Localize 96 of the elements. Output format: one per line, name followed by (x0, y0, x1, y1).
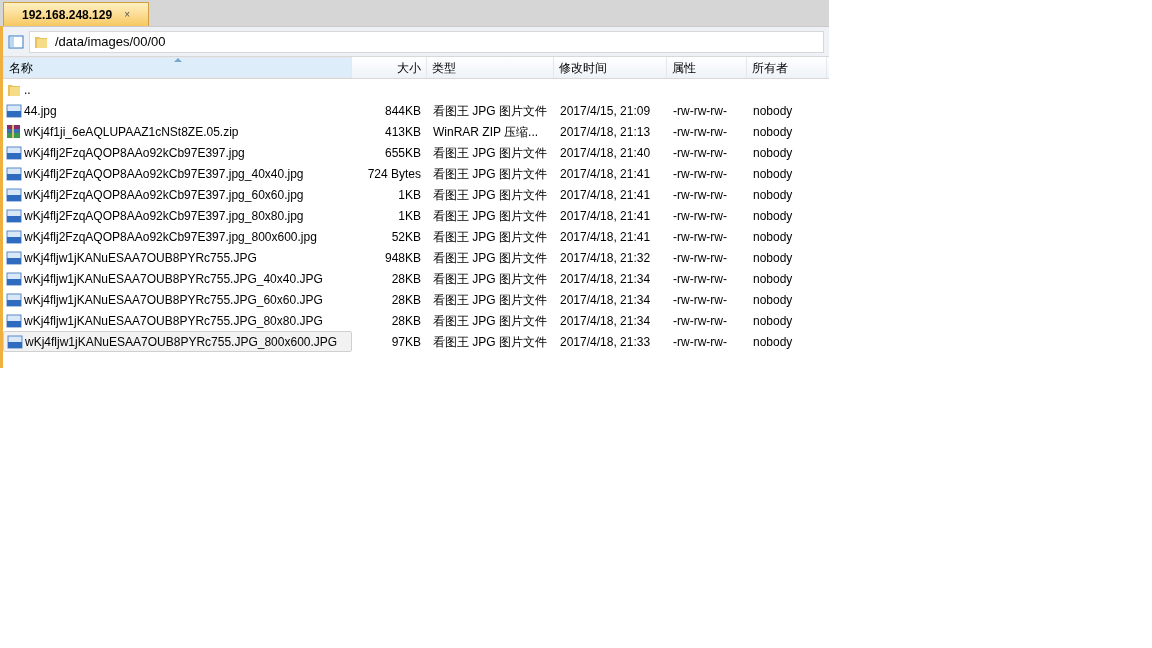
table-cell-text: 52KB (390, 228, 422, 246)
table-cell-text: 看图王 JPG 图片文件 (432, 165, 548, 183)
close-tab-button[interactable]: × (124, 7, 130, 22)
column-header[interactable]: 修改时间 (554, 57, 667, 78)
table-cell-text: nobody (752, 186, 794, 204)
column-header[interactable]: 类型 (427, 57, 554, 78)
file-name-cell[interactable]: wKj4flj2FzqAQOP8AAo92kCb97E397.jpg_800x600.jpg (3, 226, 352, 247)
table-cell-text: nobody (752, 228, 794, 246)
table-cell-text: 看图王 JPG 图片文件 (432, 291, 548, 309)
table-cell-text: 看图王 JPG 图片文件 (432, 249, 548, 267)
image-file-icon (6, 102, 22, 119)
image-file-icon (6, 186, 22, 203)
file-name-cell[interactable]: .. (3, 79, 352, 100)
table-cell-text: 1KB (397, 186, 422, 204)
image-file-icon (6, 228, 22, 245)
column-header[interactable]: 属性 (667, 57, 747, 78)
table-cell-text: -rw-rw-rw- (672, 207, 728, 225)
table-cell-text: nobody (752, 312, 794, 330)
file-name-cell[interactable]: wKj4flj2FzqAQOP8AAo92kCb97E397.jpg_40x40.jpg (3, 163, 352, 184)
table-cell-text: 2017/4/18, 21:32 (559, 249, 652, 267)
table-cell-text: -rw-rw-rw- (672, 291, 728, 309)
table-cell-text: 2017/4/18, 21:13 (559, 123, 652, 141)
panel-layout-icon[interactable] (8, 33, 24, 50)
file-name-cell[interactable]: 44.jpg (3, 100, 352, 121)
table-cell-text: 2017/4/18, 21:34 (559, 291, 652, 309)
image-file-icon (7, 333, 23, 350)
table-cell-text: nobody (752, 207, 794, 225)
table-cell-text: 看图王 JPG 图片文件 (432, 207, 548, 225)
table-cell-text: nobody (752, 333, 794, 351)
table-cell-text: 948KB (383, 249, 422, 267)
table-cell-text: -rw-rw-rw- (672, 228, 728, 246)
file-name-cell[interactable]: wKj4fljw1jKANuESAA7OUB8PYRc755.JPG_800x600.JPG (3, 331, 352, 352)
table-cell-text: 2017/4/18, 21:34 (559, 312, 652, 330)
archive-books-icon (6, 123, 22, 140)
image-file-icon (6, 291, 22, 308)
table-cell-text: nobody (752, 144, 794, 162)
table-cell-text: nobody (752, 102, 794, 120)
table-cell-text: 2017/4/18, 21:34 (559, 270, 652, 288)
table-cell-text: 2017/4/18, 21:41 (559, 207, 652, 225)
table-cell-text: 28KB (390, 291, 422, 309)
table-cell-text: -rw-rw-rw- (672, 102, 728, 120)
table-cell-text: -rw-rw-rw- (672, 312, 728, 330)
table-cell-text: 看图王 JPG 图片文件 (432, 186, 548, 204)
column-header[interactable]: 所有者 (747, 57, 827, 78)
table-cell-text: -rw-rw-rw- (672, 186, 728, 204)
image-file-icon (6, 207, 22, 224)
table-cell-text: 看图王 JPG 图片文件 (432, 312, 548, 330)
table-cell-text: -rw-rw-rw- (672, 249, 728, 267)
path-field[interactable]: /data/images/00/00 (29, 30, 824, 53)
table-cell-text: 看图王 JPG 图片文件 (432, 270, 548, 288)
table-cell-text: 2017/4/15, 21:09 (559, 102, 652, 120)
file-name-cell[interactable]: wKj4f1ji_6eAQLUPAAZ1cNSt8ZE.05.zip (3, 121, 352, 142)
table-cell-text: 724 Bytes (366, 165, 422, 183)
table-cell-text: nobody (752, 123, 794, 141)
table-cell-text: 看图王 JPG 图片文件 (432, 144, 548, 162)
table-cell-text: nobody (752, 291, 794, 309)
table-cell-text: WinRAR ZIP 压缩... (432, 123, 540, 141)
sort-arrow-icon (174, 58, 182, 62)
image-file-icon (6, 165, 22, 182)
file-name-cell[interactable]: wKj4fljw1jKANuESAA7OUB8PYRc755.JPG (3, 247, 352, 268)
table-cell-text: 413KB (383, 123, 422, 141)
table-cell-text: 28KB (390, 270, 422, 288)
file-name-cell[interactable]: wKj4fljw1jKANuESAA7OUB8PYRc755.JPG_80x80.JPG (3, 310, 352, 331)
image-file-icon (6, 312, 22, 329)
file-name-cell[interactable]: wKj4flj2FzqAQOP8AAo92kCb97E397.jpg (3, 142, 352, 163)
column-header[interactable]: 名称 (3, 57, 352, 78)
table-cell-text: -rw-rw-rw- (672, 333, 728, 351)
image-file-icon (6, 249, 22, 266)
table-cell-text: 2017/4/18, 21:41 (559, 165, 652, 183)
table-cell-text: 看图王 JPG 图片文件 (432, 333, 548, 351)
table-cell-text: nobody (752, 270, 794, 288)
table-cell-text: 28KB (390, 312, 422, 330)
table-cell-text: -rw-rw-rw- (672, 270, 728, 288)
table-cell-text: nobody (752, 249, 794, 267)
table-cell-text: nobody (752, 165, 794, 183)
table-cell-text: -rw-rw-rw- (672, 165, 728, 183)
image-file-icon (6, 270, 22, 287)
image-file-icon (6, 144, 22, 161)
table-cell-text: -rw-rw-rw- (672, 144, 728, 162)
table-cell-text: 2017/4/18, 21:41 (559, 228, 652, 246)
file-name-cell[interactable]: wKj4fljw1jKANuESAA7OUB8PYRc755.JPG_60x60.JPG (3, 289, 352, 310)
table-cell-text: 1KB (397, 207, 422, 225)
table-cell-text: 844KB (383, 102, 422, 120)
connection-tab[interactable]: 192.168.248.129 × (3, 2, 149, 26)
table-cell-text: 看图王 JPG 图片文件 (432, 228, 548, 246)
file-name-cell[interactable]: wKj4flj2FzqAQOP8AAo92kCb97E397.jpg_60x60.jpg (3, 184, 352, 205)
table-cell-text: 2017/4/18, 21:33 (559, 333, 652, 351)
table-cell-text: 2017/4/18, 21:40 (559, 144, 652, 162)
table-cell-text: 655KB (383, 144, 422, 162)
table-cell-text: -rw-rw-rw- (672, 123, 728, 141)
file-name-cell[interactable]: wKj4flj2FzqAQOP8AAo92kCb97E397.jpg_80x80.jpg (3, 205, 352, 226)
column-header[interactable]: 大小 (352, 57, 427, 78)
table-cell-text: 看图王 JPG 图片文件 (432, 102, 548, 120)
table-cell-text: 2017/4/18, 21:41 (559, 186, 652, 204)
table-cell-text: 97KB (390, 333, 422, 351)
file-name-cell[interactable]: wKj4fljw1jKANuESAA7OUB8PYRc755.JPG_40x40.JPG (3, 268, 352, 289)
